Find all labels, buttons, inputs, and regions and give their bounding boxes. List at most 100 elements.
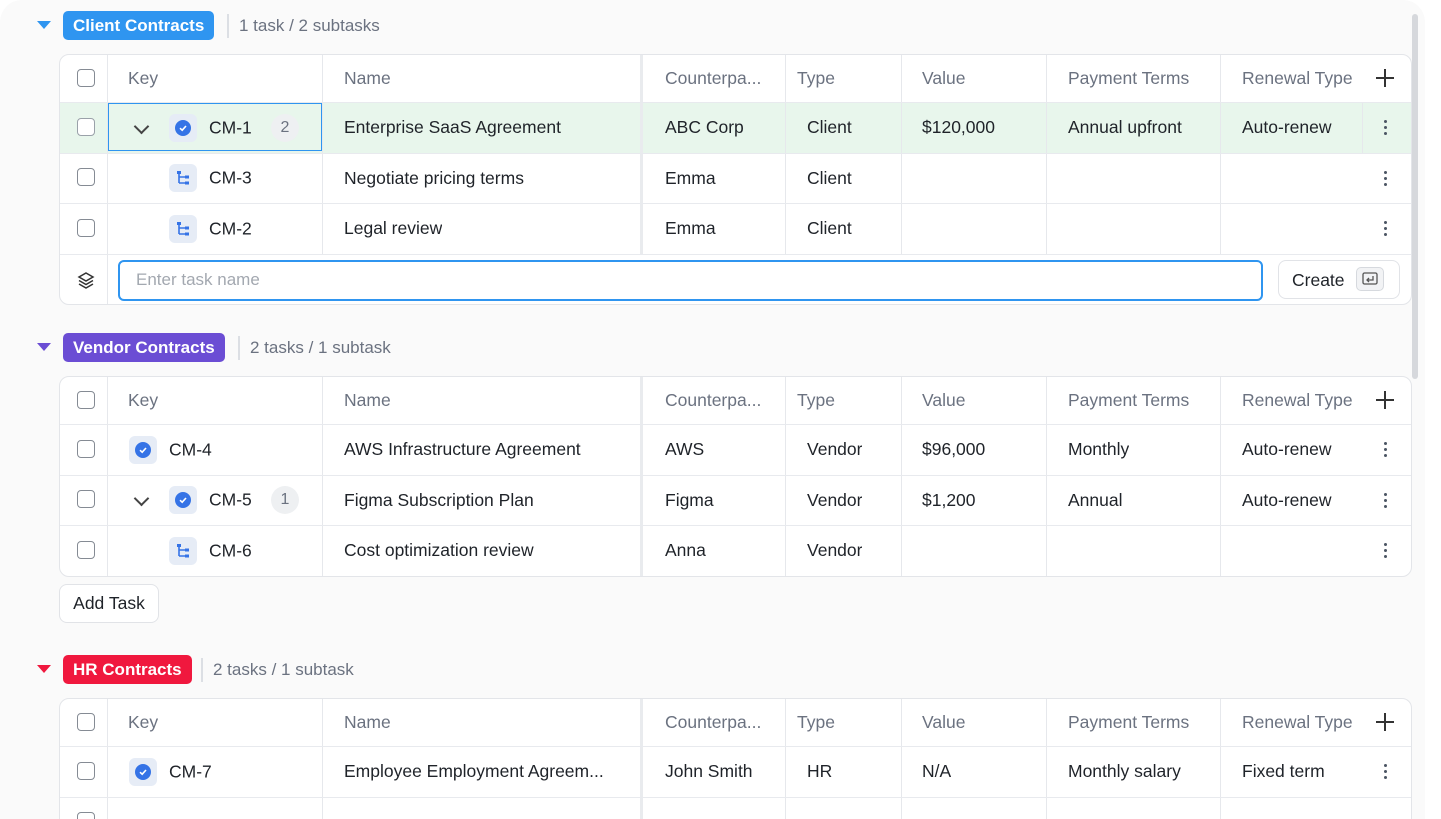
type-cell[interactable]: HR xyxy=(807,747,832,797)
task-key[interactable]: CM-7 xyxy=(169,761,212,782)
select-all-checkbox[interactable] xyxy=(77,390,95,409)
column-header-name[interactable]: Name xyxy=(344,55,391,102)
more-options-icon[interactable] xyxy=(1374,204,1396,254)
counterparty-cell[interactable]: Anna xyxy=(665,526,706,576)
type-cell[interactable]: Vendor xyxy=(807,526,862,576)
table-row[interactable]: CM-6 Cost optimization review Anna Vendo… xyxy=(60,526,1411,576)
row-checkbox[interactable] xyxy=(77,540,95,559)
column-header-renewal-type[interactable]: Renewal Type xyxy=(1242,55,1353,102)
column-header-counterparty[interactable]: Counterpa... xyxy=(665,377,761,424)
collapse-triangle-icon[interactable] xyxy=(37,665,51,673)
add-column-icon[interactable] xyxy=(1374,711,1396,733)
counterparty-cell[interactable]: AWS xyxy=(665,425,704,475)
column-header-counterparty[interactable]: Counterpa... xyxy=(665,699,761,746)
row-checkbox[interactable] xyxy=(77,218,95,237)
row-checkbox[interactable] xyxy=(77,117,95,136)
task-name-input[interactable] xyxy=(118,259,1263,301)
payment-terms-cell[interactable]: Annual xyxy=(1068,476,1123,526)
more-options-icon[interactable] xyxy=(1374,425,1396,475)
row-checkbox[interactable] xyxy=(77,812,95,819)
task-name[interactable]: Legal review xyxy=(344,204,442,254)
column-header-type[interactable]: Type xyxy=(797,699,835,746)
type-cell[interactable]: Vendor xyxy=(807,476,862,526)
renewal-type-cell[interactable]: Auto-renew xyxy=(1242,103,1332,153)
collapse-triangle-icon[interactable] xyxy=(37,343,51,351)
select-all-checkbox[interactable] xyxy=(77,712,95,731)
column-header-value[interactable]: Value xyxy=(922,55,965,102)
column-header-value[interactable]: Value xyxy=(922,699,965,746)
column-header-name[interactable]: Name xyxy=(344,699,391,746)
type-cell[interactable]: Client xyxy=(807,204,852,254)
type-cell[interactable]: Client xyxy=(807,154,852,204)
payment-terms-cell[interactable]: Annual upfront xyxy=(1068,103,1182,153)
table-row[interactable]: CM-1 2 Enterprise SaaS Agreement ABC Cor… xyxy=(60,103,1411,154)
task-name[interactable]: AWS Infrastructure Agreement xyxy=(344,425,581,475)
counterparty-cell[interactable]: John Smith xyxy=(665,747,753,797)
task-name[interactable]: Negotiate pricing terms xyxy=(344,154,524,204)
payment-terms-cell[interactable]: Monthly salary xyxy=(1068,747,1181,797)
group-tag[interactable]: HR Contracts xyxy=(63,655,192,684)
type-cell[interactable]: Vendor xyxy=(807,425,862,475)
more-options-icon[interactable] xyxy=(1374,747,1396,797)
task-name[interactable]: Cost optimization review xyxy=(344,526,534,576)
table-row[interactable]: CM-2 Legal review Emma Client xyxy=(60,204,1411,255)
add-column-icon[interactable] xyxy=(1374,67,1396,89)
value-cell[interactable]: $120,000 xyxy=(922,103,995,153)
value-cell[interactable]: $96,000 xyxy=(922,425,985,475)
task-key[interactable]: CM-6 xyxy=(209,540,252,561)
task-name[interactable]: Figma Subscription Plan xyxy=(344,476,534,526)
value-cell[interactable]: N/A xyxy=(922,747,951,797)
counterparty-cell[interactable]: Emma xyxy=(665,204,716,254)
task-key[interactable]: CM-5 xyxy=(209,490,252,511)
renewal-type-cell[interactable]: Auto-renew xyxy=(1242,425,1332,475)
task-name[interactable]: Enterprise SaaS Agreement xyxy=(344,103,561,153)
counterparty-cell[interactable]: Figma xyxy=(665,476,714,526)
more-options-icon[interactable] xyxy=(1374,476,1396,526)
more-options-icon[interactable] xyxy=(1374,154,1396,204)
renewal-type-cell[interactable]: Auto-renew xyxy=(1242,476,1332,526)
column-header-renewal-type[interactable]: Renewal Type xyxy=(1242,377,1353,424)
column-header-type[interactable]: Type xyxy=(797,55,835,102)
column-header-payment-terms[interactable]: Payment Terms xyxy=(1068,377,1189,424)
table-row[interactable]: CM-4 AWS Infrastructure Agreement AWS Ve… xyxy=(60,425,1411,476)
more-options-icon[interactable] xyxy=(1374,103,1396,153)
column-header-key[interactable]: Key xyxy=(128,699,158,746)
table-row[interactable]: CM-7 Employee Employment Agreem... John … xyxy=(60,747,1411,798)
vertical-scrollbar[interactable] xyxy=(1412,14,1418,379)
task-key[interactable]: CM-3 xyxy=(209,168,252,189)
chevron-down-icon[interactable] xyxy=(133,490,150,507)
column-header-key[interactable]: Key xyxy=(128,55,158,102)
renewal-type-cell[interactable]: Fixed term xyxy=(1242,747,1325,797)
table-row[interactable]: CM-3 Negotiate pricing terms Emma Client xyxy=(60,153,1411,204)
column-header-key[interactable]: Key xyxy=(128,377,158,424)
layers-icon[interactable] xyxy=(76,270,96,290)
group-tag[interactable]: Client Contracts xyxy=(63,11,215,40)
create-button[interactable]: Create xyxy=(1278,259,1400,299)
task-key[interactable]: CM-4 xyxy=(169,439,212,460)
counterparty-cell[interactable]: ABC Corp xyxy=(665,103,744,153)
row-checkbox[interactable] xyxy=(77,439,95,458)
counterparty-cell[interactable]: Emma xyxy=(665,154,716,204)
value-cell[interactable]: $1,200 xyxy=(922,476,976,526)
add-column-icon[interactable] xyxy=(1374,389,1396,411)
column-header-payment-terms[interactable]: Payment Terms xyxy=(1068,699,1189,746)
column-header-counterparty[interactable]: Counterpa... xyxy=(665,55,761,102)
row-checkbox[interactable] xyxy=(77,490,95,509)
payment-terms-cell[interactable]: Monthly xyxy=(1068,425,1129,475)
table-row[interactable] xyxy=(60,797,1411,819)
select-all-checkbox[interactable] xyxy=(77,68,95,87)
table-row[interactable]: CM-5 1 Figma Subscription Plan Figma Ven… xyxy=(60,475,1411,526)
column-header-value[interactable]: Value xyxy=(922,377,965,424)
column-header-payment-terms[interactable]: Payment Terms xyxy=(1068,55,1189,102)
row-checkbox[interactable] xyxy=(77,761,95,780)
column-header-name[interactable]: Name xyxy=(344,377,391,424)
more-options-icon[interactable] xyxy=(1374,526,1396,576)
task-name[interactable]: Employee Employment Agreem... xyxy=(344,747,634,797)
column-header-renewal-type[interactable]: Renewal Type xyxy=(1242,699,1353,746)
add-task-button[interactable]: Add Task xyxy=(59,584,159,623)
group-tag[interactable]: Vendor Contracts xyxy=(63,333,225,362)
type-cell[interactable]: Client xyxy=(807,103,852,153)
row-checkbox[interactable] xyxy=(77,168,95,187)
column-header-type[interactable]: Type xyxy=(797,377,835,424)
collapse-triangle-icon[interactable] xyxy=(37,21,51,29)
